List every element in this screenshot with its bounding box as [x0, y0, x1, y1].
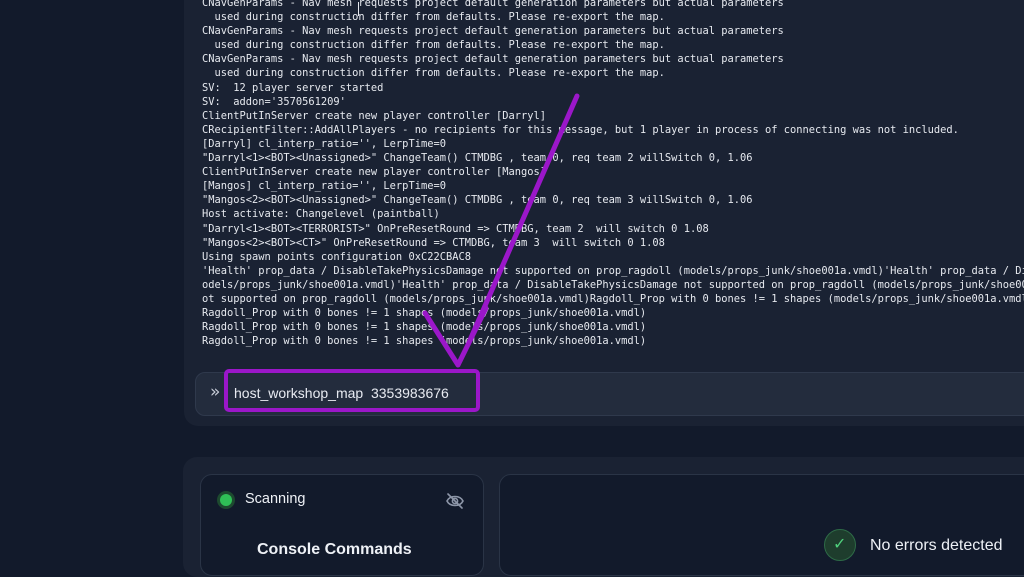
console-output: CNavGenParams - Nav mesh requests projec… — [202, 0, 1024, 356]
console-line: CNavGenParams - Nav mesh requests projec… — [202, 0, 784, 9]
console-line: CRecipientFilter::AddAllPlayers - no rec… — [202, 123, 959, 136]
status-card: Scanning Console Commands — [200, 474, 484, 576]
console-line: Using spawn points configuration 0xC22CB… — [202, 250, 471, 263]
console-line: used during construction differ from def… — [202, 67, 665, 80]
console-line: ot supported on prop_ragdoll (models/pro… — [202, 292, 1024, 305]
console-line: ClientPutInServer create new player cont… — [202, 166, 547, 179]
check-icon: ✓ — [824, 529, 856, 561]
console-line: SV: addon='3570561209' — [202, 95, 346, 108]
console-line: Ragdoll_Prop with 0 bones != 1 shapes (m… — [202, 307, 647, 320]
eye-off-icon[interactable] — [445, 492, 465, 515]
console-line: "Darryl<1><BOT><Unassigned>" ChangeTeam(… — [202, 152, 753, 165]
console-line: "Mangos<2><BOT><CT>" OnPreResetRound => … — [202, 236, 665, 249]
section-title: Console Commands — [257, 541, 412, 558]
console-line: [Mangos] cl_interp_ratio='', LerpTime=0 — [202, 180, 446, 193]
no-errors-message: No errors detected — [870, 537, 1003, 554]
chevrons-right-icon: » — [210, 382, 221, 402]
console-line: "Mangos<2><BOT><Unassigned>" ChangeTeam(… — [202, 194, 753, 207]
console-line: used during construction differ from def… — [202, 11, 665, 24]
console-line: used during construction differ from def… — [202, 39, 665, 52]
console-line: Ragdoll_Prop with 0 bones != 1 shapes (m… — [202, 335, 647, 348]
errors-card: ✓ No errors detected — [499, 474, 1024, 576]
console-line: SV: 12 player server started — [202, 81, 384, 94]
status-label: Scanning — [245, 491, 306, 507]
console-line: Ragdoll_Prop with 0 bones != 1 shapes (m… — [202, 321, 647, 334]
console-line: [Darryl] cl_interp_ratio='', LerpTime=0 — [202, 137, 446, 150]
console-line: Host activate: Changelevel (paintball) — [202, 208, 440, 221]
console-line: ClientPutInServer create new player cont… — [202, 109, 547, 122]
command-bar[interactable]: » host_workshop_map 3353983676 — [195, 369, 1024, 416]
console-line: CNavGenParams - Nav mesh requests projec… — [202, 25, 784, 38]
text-cursor — [358, 2, 359, 16]
command-input[interactable]: host_workshop_map 3353983676 — [234, 385, 449, 401]
console-line: odels/props_junk/shoe001a.vmdl)'Health' … — [202, 278, 1024, 291]
console-line: CNavGenParams - Nav mesh requests projec… — [202, 53, 784, 66]
status-indicator — [220, 494, 232, 506]
console-line: "Darryl<1><BOT><TERRORIST>" OnPreResetRo… — [202, 222, 709, 235]
console-line: 'Health' prop_data / DisableTakePhysicsD… — [202, 264, 1024, 277]
